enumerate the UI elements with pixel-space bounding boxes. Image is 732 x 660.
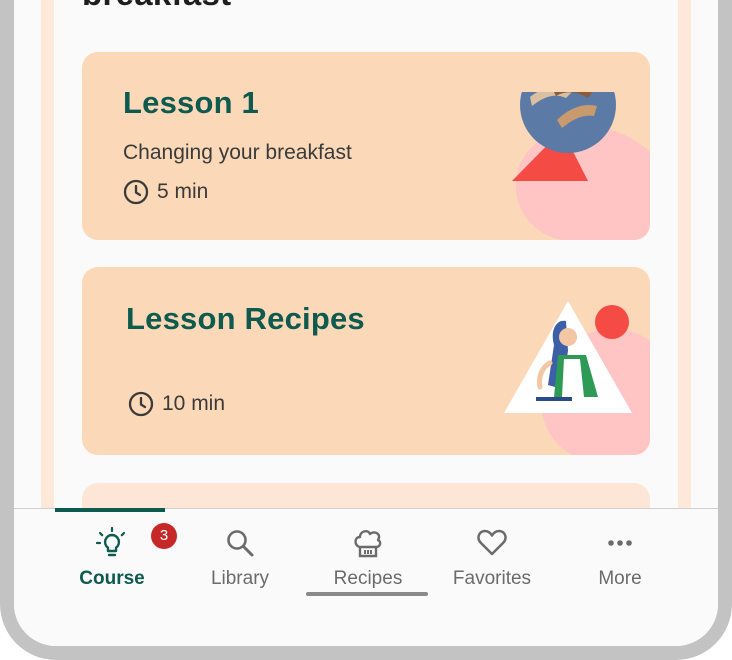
lesson-card-1[interactable]: Lesson 1 Changing your breakfast 5 min [82,52,650,240]
app-screen: breakfast Lesson 1 Changing your breakfa… [14,0,718,646]
notification-badge: 3 [151,523,177,549]
duration-text: 5 min [157,180,209,203]
clock-icon [128,391,154,417]
recipe-illustration [504,301,650,455]
tab-library[interactable]: Library [176,509,304,599]
bottom-navigation: 3 Course Library Recipes Favorites More [14,508,718,646]
lesson-subtitle: Changing your breakfast [123,141,352,164]
tab-more[interactable]: More [556,509,684,599]
search-icon [227,530,254,557]
tab-label: Recipes [333,568,403,589]
lesson-title: Lesson 1 [123,85,259,120]
tab-favorites[interactable]: Favorites [428,509,556,599]
more-dots-icon [608,540,632,546]
duration-text: 10 min [162,392,226,415]
device-frame: breakfast Lesson 1 Changing your breakfa… [0,0,732,660]
tab-course[interactable]: 3 Course [48,509,177,599]
lesson-duration: 10 min [128,391,225,417]
tab-recipes[interactable]: Recipes [304,509,432,599]
lesson-illustration [512,92,650,240]
home-indicator[interactable] [306,592,428,596]
page-title: breakfast [82,0,231,14]
lesson-title: Lesson Recipes [126,301,365,336]
tab-label: More [598,568,642,589]
tab-label: Favorites [452,568,532,589]
lightbulb-icon [95,526,126,557]
lesson-duration: 5 min [123,179,208,205]
heart-icon [477,529,507,556]
chef-hat-icon [354,529,382,558]
lesson-card-2[interactable]: Lesson Recipes 10 min [82,267,650,455]
clock-icon [123,179,149,205]
tab-label: Library [210,568,270,589]
tab-label: Course [79,568,145,589]
